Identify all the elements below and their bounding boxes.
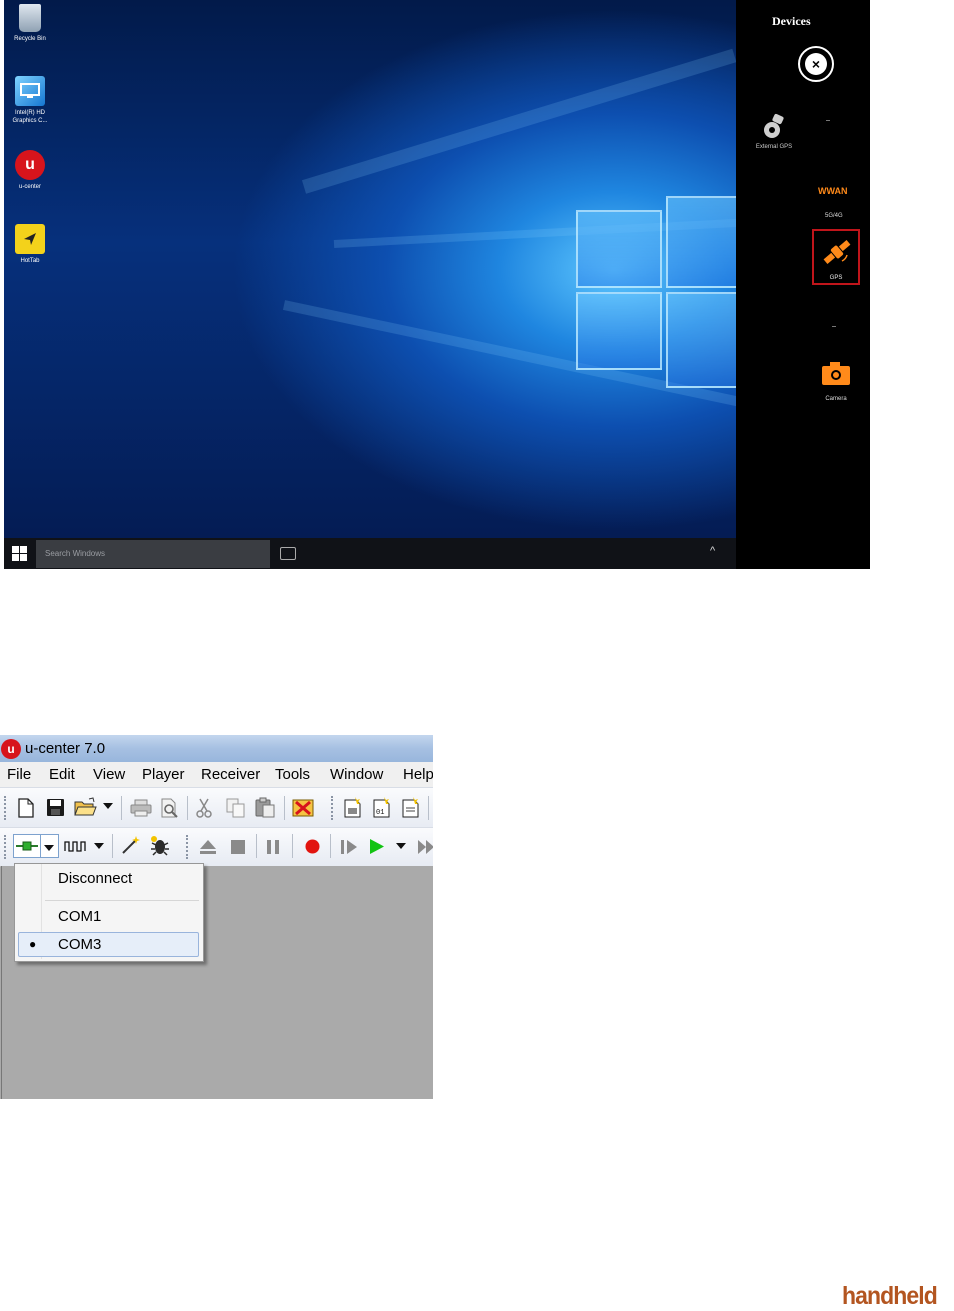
handheld-brand-logo: handheld [842,1282,938,1310]
autobauding-wand-icon[interactable] [119,835,141,857]
menu-receiver[interactable]: Receiver [201,766,260,783]
close-icon: × [805,53,827,75]
paste-icon[interactable] [255,797,275,818]
wwan-label: WWAN [818,186,848,196]
svg-text:01: 01 [376,809,384,817]
baudrate-signal-icon[interactable] [64,840,86,852]
camera-icon [822,362,850,385]
print-preview-icon[interactable] [160,798,180,818]
taskbar: Search Windows ^ [4,538,736,569]
menu-separator [45,900,199,901]
desktop-icon-label: HotTab [20,258,40,264]
document-binary-icon[interactable]: 01 [372,797,392,818]
gps-satellite-icon [823,240,851,264]
menu-window[interactable]: Window [330,766,383,783]
taskbar-search-box[interactable]: Search Windows [36,540,270,568]
open-folder-icon[interactable] [74,797,98,817]
menu-bar: File Edit View Player Receiver Tools Win… [0,762,433,787]
devices-panel-title: Devices [772,14,811,28]
gps-toggle-button[interactable]: GPS [812,229,860,285]
network-type-label: 5G/4G [825,213,843,219]
delete-document-icon[interactable] [292,798,314,818]
connection-dropdown-menu: Disconnect COM1 ● COM3 [14,863,204,962]
open-dropdown-chevron-icon[interactable] [103,802,113,810]
task-view-icon[interactable] [280,547,296,560]
desktop-wallpaper: Recycle Bin Intel(R) HD Graphics C... u … [4,0,736,538]
menu-item-com1[interactable]: COM1 [58,908,101,925]
desktop-icon-intel-graphics[interactable]: Intel(R) HD Graphics C... [10,76,50,125]
baudrate-dropdown-chevron-icon[interactable] [94,842,104,850]
windows-start-icon[interactable] [12,546,28,562]
menu-view[interactable]: View [93,766,125,783]
menu-player[interactable]: Player [142,766,185,783]
camera-label: Camera [825,396,847,402]
menu-edit[interactable]: Edit [49,766,75,783]
stop-icon[interactable] [230,839,246,855]
main-toolbar: 01 [0,787,433,828]
external-gps-button[interactable]: External GPS [750,112,798,150]
desktop-icon-label: u-center [18,184,41,190]
fast-forward-icon[interactable] [417,839,433,855]
menu-item-com3-highlight[interactable] [18,932,199,957]
hottab-icon [15,224,45,254]
play-icon[interactable] [369,838,385,855]
devices-close-button[interactable]: × [798,46,834,82]
menu-item-com3[interactable]: COM3 [58,936,101,953]
menu-tools[interactable]: Tools [275,766,310,783]
menu-item-disconnect[interactable]: Disconnect [58,870,132,887]
serial-connector-icon [16,841,38,851]
gps-label: GPS [829,275,843,281]
eject-icon[interactable] [199,839,217,855]
desktop-icon-label: Recycle Bin [14,36,46,42]
window-title: u-center 7.0 [25,740,106,757]
save-icon[interactable] [46,798,65,817]
copy-icon[interactable] [226,798,246,818]
debug-bug-icon[interactable] [149,835,171,857]
connection-button[interactable] [13,834,41,858]
devices-panel: Devices × External GPS WWAN 5G/4G GPS Ca… [736,0,870,569]
play-options-chevron-icon[interactable] [396,842,406,850]
record-icon[interactable] [304,838,321,855]
cut-icon[interactable] [196,798,212,818]
u-center-logo-icon: u [1,739,21,759]
u-center-app-icon: u [15,150,45,180]
new-file-icon[interactable] [18,798,34,818]
desktop-icon-u-center[interactable]: u u-center [10,150,50,191]
intel-graphics-icon [15,76,45,106]
desktop-icon-label: Intel(R) HD Graphics C... [12,110,48,124]
selected-bullet-icon: ● [29,937,37,951]
menu-file[interactable]: File [7,766,31,783]
external-gps-label: External GPS [755,144,793,150]
connection-dropdown-button[interactable] [41,834,59,858]
print-icon[interactable] [130,799,152,817]
desktop-icon-recycle-bin[interactable]: Recycle Bin [10,4,50,43]
chevron-down-icon [44,845,54,851]
desktop-icon-hottab[interactable]: HotTab [10,224,50,265]
step-forward-icon[interactable] [340,839,358,855]
camera-button[interactable]: Camera [814,362,858,402]
recycle-bin-icon [19,4,41,32]
document-new-icon[interactable] [343,797,363,818]
document-text-icon[interactable] [401,797,421,818]
windows-desktop-screenshot: Recycle Bin Intel(R) HD Graphics C... u … [4,0,870,569]
menu-help[interactable]: Help [403,766,433,783]
connection-toolbar [0,827,433,867]
pause-icon[interactable] [266,839,280,855]
external-gps-icon [764,113,784,138]
title-bar: u u-center 7.0 [0,735,433,762]
tray-chevron-up-icon[interactable]: ^ [710,545,715,557]
